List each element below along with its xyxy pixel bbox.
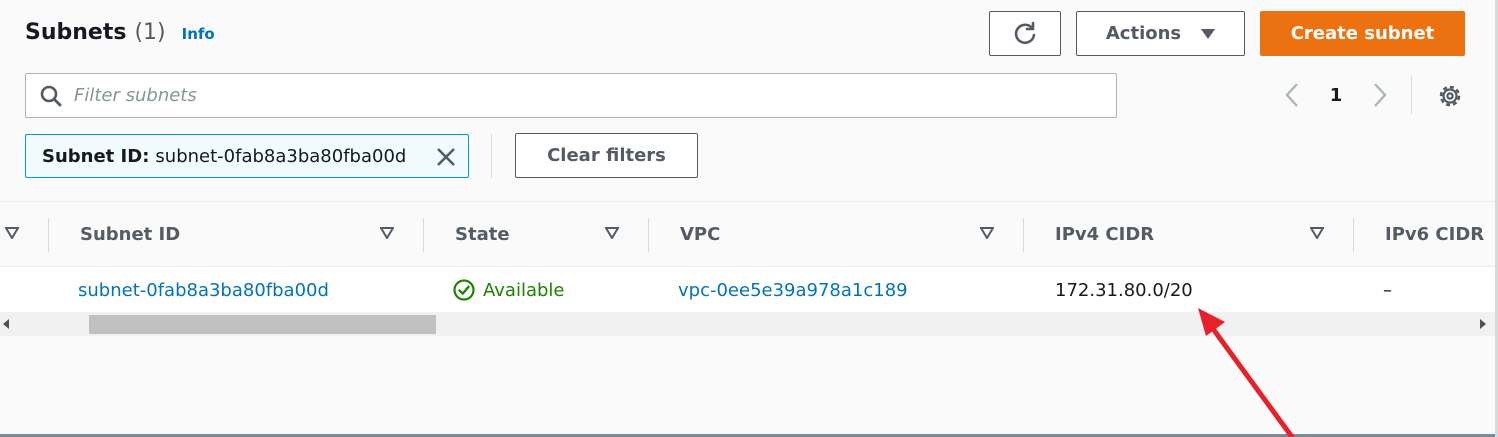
sort-down-icon[interactable] — [5, 227, 19, 239]
column-separator — [1023, 218, 1024, 252]
actions-label: Actions — [1105, 23, 1182, 44]
state-cell: Available — [453, 267, 564, 313]
search-input[interactable] — [74, 85, 1074, 106]
actions-button[interactable]: Actions — [1076, 11, 1245, 56]
pagination-divider — [1411, 76, 1412, 114]
search-icon — [40, 85, 62, 106]
current-page-number[interactable]: 1 — [1322, 80, 1350, 110]
chevron-right-icon — [1374, 83, 1387, 107]
column-separator — [423, 218, 424, 252]
ipv4-cidr-cell: 172.31.80.0/20 — [1055, 279, 1193, 301]
create-subnet-button[interactable]: Create subnet — [1260, 11, 1465, 56]
horizontal-scrollbar[interactable] — [0, 312, 1495, 336]
ipv6-cidr-cell: – — [1383, 279, 1392, 301]
table-header: Subnet ID State VPC IPv4 CIDR IPv6 CIDR — [0, 202, 1495, 266]
refresh-button[interactable] — [989, 11, 1061, 56]
preferences-button[interactable] — [1434, 80, 1466, 112]
scrollbar-thumb[interactable] — [89, 315, 436, 334]
column-header-subnet-id[interactable]: Subnet ID — [80, 202, 180, 266]
column-header-vpc[interactable]: VPC — [680, 202, 720, 266]
column-separator — [648, 218, 649, 252]
subnets-panel: Subnets (1) Info Actions Create subnet 1 — [0, 0, 1495, 437]
column-header-ipv4-cidr[interactable]: IPv4 CIDR — [1055, 202, 1154, 266]
next-page-button[interactable] — [1366, 80, 1394, 110]
sort-down-icon[interactable] — [605, 227, 619, 239]
previous-page-button[interactable] — [1278, 80, 1306, 110]
status-success-icon — [453, 279, 475, 301]
vpc-link[interactable]: vpc-0ee5e39a978a1c189 — [678, 267, 908, 313]
info-link[interactable]: Info — [182, 25, 215, 43]
table-row[interactable]: subnet-0fab8a3ba80fba00d Available vpc-0… — [0, 266, 1495, 312]
filter-divider — [491, 134, 492, 178]
state-label: Available — [483, 279, 565, 301]
search-box[interactable] — [25, 73, 1117, 118]
column-header-ipv6-cidr[interactable]: IPv6 CIDR — [1385, 202, 1484, 266]
sort-down-icon[interactable] — [380, 227, 394, 239]
page-title: Subnets (1) Info — [25, 20, 215, 45]
column-separator — [48, 218, 49, 252]
caret-down-icon — [1201, 28, 1216, 39]
filter-token-key: Subnet ID: — [42, 145, 150, 167]
close-icon[interactable] — [434, 145, 458, 169]
filter-token-value: subnet-0fab8a3ba80fba00d — [155, 145, 407, 167]
column-separator — [1353, 218, 1354, 252]
subnet-count: (1) — [134, 20, 166, 45]
chevron-left-icon — [1285, 83, 1298, 107]
scroll-right-icon[interactable] — [1480, 319, 1486, 329]
filter-token: Subnet ID: subnet-0fab8a3ba80fba00d — [25, 134, 469, 178]
subnet-id-link[interactable]: subnet-0fab8a3ba80fba00d — [78, 267, 329, 313]
gear-icon — [1439, 85, 1461, 107]
refresh-icon — [1014, 21, 1036, 44]
sort-down-icon[interactable] — [980, 227, 994, 239]
sort-down-icon[interactable] — [1310, 227, 1324, 239]
clear-filters-button[interactable]: Clear filters — [515, 133, 698, 178]
scroll-left-icon[interactable] — [3, 319, 9, 329]
page-title-text: Subnets — [25, 20, 127, 45]
column-header-state[interactable]: State — [455, 202, 510, 266]
